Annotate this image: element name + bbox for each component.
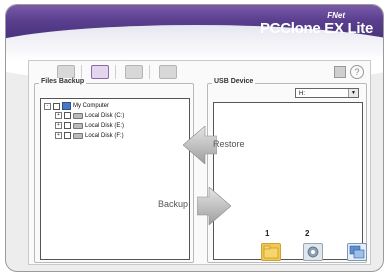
open-folder-button[interactable] — [261, 243, 281, 261]
checkbox[interactable] — [64, 112, 71, 119]
toolbar-separator — [115, 65, 116, 79]
chevron-down-icon[interactable]: ▼ — [348, 89, 358, 97]
usb-drive-value: H: — [299, 91, 305, 97]
toolbar-separator — [149, 65, 150, 79]
settings-icon[interactable] — [159, 65, 177, 79]
window-view-button[interactable] — [347, 243, 367, 261]
main-panel: ? Files Backup - My Computer + Local Disk … — [28, 60, 371, 265]
disk-icon — [73, 112, 83, 119]
folder-icon — [263, 245, 279, 259]
app-header: FNet PCClone EX Lite — [6, 5, 383, 85]
cloud-icon[interactable] — [57, 65, 75, 79]
backup-label[interactable]: Backup — [158, 199, 188, 209]
app-title: PCClone EX Lite — [259, 20, 373, 37]
help-icon[interactable]: ? — [350, 65, 364, 79]
tree-node-disk-e[interactable]: + Local Disk (E:) — [55, 122, 124, 131]
disk-icon — [73, 122, 83, 129]
usb-device-title: USB Device — [212, 78, 256, 85]
usb-drive-select[interactable]: H: ▼ — [295, 88, 359, 98]
files-backup-title: Files Backup — [39, 78, 87, 85]
tree-node-label: Local Disk (C:) — [85, 112, 125, 119]
restore-label[interactable]: Restore — [213, 139, 245, 149]
expand-icon[interactable]: + — [55, 122, 62, 129]
files-backup-tab-icon[interactable] — [91, 65, 109, 79]
checkbox[interactable] — [64, 132, 71, 139]
tree-node-disk-c[interactable]: + Local Disk (C:) — [55, 112, 124, 121]
toolbar-separator — [81, 65, 82, 79]
lock-icon[interactable] — [334, 66, 346, 78]
tree-node-my-computer[interactable]: - My Computer — [44, 102, 109, 111]
usb-device-group: USB Device H: ▼ — [207, 78, 367, 263]
checkbox[interactable] — [64, 122, 71, 129]
step-number-2: 2 — [305, 229, 310, 238]
tree-node-disk-f[interactable]: + Local Disk (F:) — [55, 132, 124, 141]
tree-node-label: Local Disk (F:) — [85, 132, 124, 139]
file-tree[interactable]: - My Computer + Local Disk (C:) + Local Dis… — [40, 98, 190, 260]
expand-icon[interactable]: + — [55, 112, 62, 119]
brand-small-logo: FNet — [327, 11, 345, 20]
app-window: FNet PCClone EX Lite ? Files Backup - My … — [5, 4, 384, 272]
expand-icon[interactable]: + — [55, 132, 62, 139]
computer-icon — [62, 102, 71, 110]
restore-settings-button[interactable] — [303, 243, 323, 261]
tree-node-label: Local Disk (E:) — [85, 122, 125, 129]
gear-icon — [307, 246, 319, 258]
checkbox[interactable] — [53, 102, 60, 110]
usb-device-list[interactable] — [213, 102, 363, 260]
windows-icon — [349, 245, 365, 259]
backup-arrow-icon[interactable] — [197, 187, 231, 225]
step-number-1: 1 — [265, 229, 270, 238]
collapse-icon[interactable]: - — [44, 102, 51, 110]
tree-node-label: My Computer — [73, 103, 110, 109]
files-backup-group: Files Backup - My Computer + Local Disk (C… — [34, 78, 194, 263]
sync-icon[interactable] — [125, 65, 143, 79]
disk-icon — [73, 132, 83, 139]
restore-arrow-icon[interactable] — [183, 126, 217, 164]
